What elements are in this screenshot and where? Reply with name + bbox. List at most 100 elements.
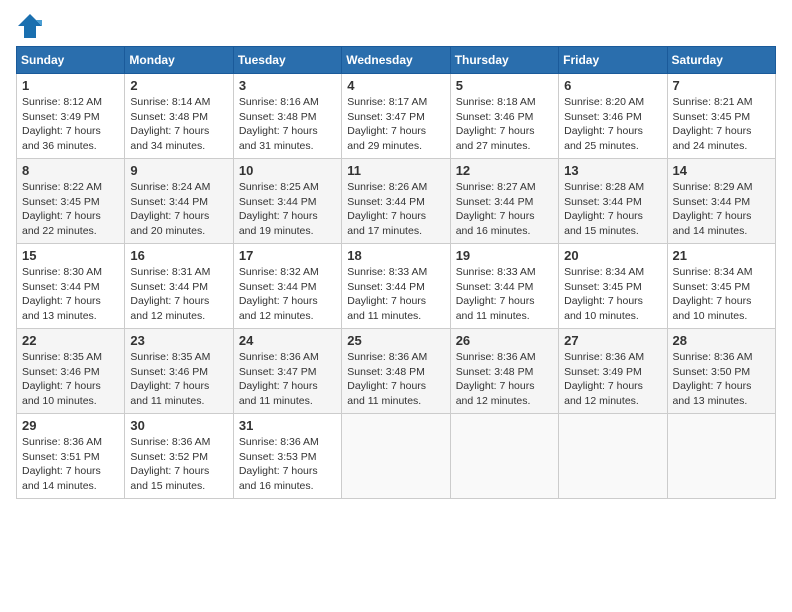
day-number: 4 bbox=[347, 78, 444, 93]
day-number: 25 bbox=[347, 333, 444, 348]
day-detail: Sunrise: 8:29 AMSunset: 3:44 PMDaylight:… bbox=[673, 180, 770, 239]
calendar-cell: 6 Sunrise: 8:20 AMSunset: 3:46 PMDaylight… bbox=[559, 74, 667, 159]
header-cell-monday: Monday bbox=[125, 47, 233, 74]
calendar-cell: 20 Sunrise: 8:34 AMSunset: 3:45 PMDayligh… bbox=[559, 244, 667, 329]
header-cell-wednesday: Wednesday bbox=[342, 47, 450, 74]
day-number: 2 bbox=[130, 78, 227, 93]
day-number: 20 bbox=[564, 248, 661, 263]
calendar-cell: 23 Sunrise: 8:35 AMSunset: 3:46 PMDayligh… bbox=[125, 329, 233, 414]
day-number: 9 bbox=[130, 163, 227, 178]
day-detail: Sunrise: 8:32 AMSunset: 3:44 PMDaylight:… bbox=[239, 265, 336, 324]
day-number: 12 bbox=[456, 163, 553, 178]
header-cell-tuesday: Tuesday bbox=[233, 47, 341, 74]
header-cell-thursday: Thursday bbox=[450, 47, 558, 74]
day-number: 29 bbox=[22, 418, 119, 433]
calendar-cell: 26 Sunrise: 8:36 AMSunset: 3:48 PMDayligh… bbox=[450, 329, 558, 414]
calendar-cell: 11 Sunrise: 8:26 AMSunset: 3:44 PMDayligh… bbox=[342, 159, 450, 244]
calendar-cell: 5Sunrise: 8:18 AMSunset: 3:46 PMDaylight… bbox=[450, 74, 558, 159]
week-row-2: 8 Sunrise: 8:22 AMSunset: 3:45 PMDaylight… bbox=[17, 159, 776, 244]
day-number: 19 bbox=[456, 248, 553, 263]
calendar-cell: 18Sunrise: 8:33 AMSunset: 3:44 PMDayligh… bbox=[342, 244, 450, 329]
day-detail: Sunrise: 8:14 AMSunset: 3:48 PMDaylight:… bbox=[130, 95, 227, 154]
week-row-5: 29Sunrise: 8:36 AMSunset: 3:51 PMDayligh… bbox=[17, 414, 776, 499]
day-detail: Sunrise: 8:34 AMSunset: 3:45 PMDaylight:… bbox=[673, 265, 770, 324]
day-detail: Sunrise: 8:31 AMSunset: 3:44 PMDaylight:… bbox=[130, 265, 227, 324]
calendar-cell: 22 Sunrise: 8:35 AMSunset: 3:46 PMDayligh… bbox=[17, 329, 125, 414]
calendar-cell: 2 Sunrise: 8:14 AMSunset: 3:48 PMDaylight… bbox=[125, 74, 233, 159]
calendar-cell: 17 Sunrise: 8:32 AMSunset: 3:44 PMDayligh… bbox=[233, 244, 341, 329]
day-number: 6 bbox=[564, 78, 661, 93]
day-number: 3 bbox=[239, 78, 336, 93]
week-row-1: 1 Sunrise: 8:12 AMSunset: 3:49 PMDaylight… bbox=[17, 74, 776, 159]
day-detail: Sunrise: 8:21 AMSunset: 3:45 PMDaylight:… bbox=[673, 95, 770, 154]
day-detail: Sunrise: 8:30 AMSunset: 3:44 PMDaylight:… bbox=[22, 265, 119, 324]
day-detail: Sunrise: 8:22 AMSunset: 3:45 PMDaylight:… bbox=[22, 180, 119, 239]
calendar-cell: 21 Sunrise: 8:34 AMSunset: 3:45 PMDayligh… bbox=[667, 244, 775, 329]
calendar-cell: 14 Sunrise: 8:29 AMSunset: 3:44 PMDayligh… bbox=[667, 159, 775, 244]
day-detail: Sunrise: 8:18 AMSunset: 3:46 PMDaylight:… bbox=[456, 95, 553, 154]
day-number: 10 bbox=[239, 163, 336, 178]
day-detail: Sunrise: 8:27 AMSunset: 3:44 PMDaylight:… bbox=[456, 180, 553, 239]
calendar-cell: 27 Sunrise: 8:36 AMSunset: 3:49 PMDayligh… bbox=[559, 329, 667, 414]
day-number: 26 bbox=[456, 333, 553, 348]
calendar-cell: 28 Sunrise: 8:36 AMSunset: 3:50 PMDayligh… bbox=[667, 329, 775, 414]
day-number: 30 bbox=[130, 418, 227, 433]
day-number: 27 bbox=[564, 333, 661, 348]
calendar-cell: 31 Sunrise: 8:36 AMSunset: 3:53 PMDayligh… bbox=[233, 414, 341, 499]
day-detail: Sunrise: 8:36 AMSunset: 3:52 PMDaylight:… bbox=[130, 435, 227, 494]
header bbox=[16, 12, 776, 40]
header-cell-sunday: Sunday bbox=[17, 47, 125, 74]
day-detail: Sunrise: 8:34 AMSunset: 3:45 PMDaylight:… bbox=[564, 265, 661, 324]
day-number: 1 bbox=[22, 78, 119, 93]
day-detail: Sunrise: 8:36 AMSunset: 3:53 PMDaylight:… bbox=[239, 435, 336, 494]
day-detail: Sunrise: 8:26 AMSunset: 3:44 PMDaylight:… bbox=[347, 180, 444, 239]
calendar-cell: 24Sunrise: 8:36 AMSunset: 3:47 PMDayligh… bbox=[233, 329, 341, 414]
day-number: 11 bbox=[347, 163, 444, 178]
calendar-cell: 16 Sunrise: 8:31 AMSunset: 3:44 PMDayligh… bbox=[125, 244, 233, 329]
day-detail: Sunrise: 8:16 AMSunset: 3:48 PMDaylight:… bbox=[239, 95, 336, 154]
day-number: 23 bbox=[130, 333, 227, 348]
page: SundayMondayTuesdayWednesdayThursdayFrid… bbox=[0, 0, 792, 612]
day-number: 13 bbox=[564, 163, 661, 178]
day-detail: Sunrise: 8:36 AMSunset: 3:47 PMDaylight:… bbox=[239, 350, 336, 409]
day-number: 15 bbox=[22, 248, 119, 263]
calendar-cell: 30 Sunrise: 8:36 AMSunset: 3:52 PMDayligh… bbox=[125, 414, 233, 499]
calendar-cell bbox=[342, 414, 450, 499]
calendar-cell: 29Sunrise: 8:36 AMSunset: 3:51 PMDayligh… bbox=[17, 414, 125, 499]
calendar-cell: 1 Sunrise: 8:12 AMSunset: 3:49 PMDaylight… bbox=[17, 74, 125, 159]
calendar-table: SundayMondayTuesdayWednesdayThursdayFrid… bbox=[16, 46, 776, 499]
day-number: 21 bbox=[673, 248, 770, 263]
calendar-cell: 25Sunrise: 8:36 AMSunset: 3:48 PMDayligh… bbox=[342, 329, 450, 414]
day-number: 7 bbox=[673, 78, 770, 93]
day-number: 16 bbox=[130, 248, 227, 263]
day-detail: Sunrise: 8:17 AMSunset: 3:47 PMDaylight:… bbox=[347, 95, 444, 154]
day-detail: Sunrise: 8:24 AMSunset: 3:44 PMDaylight:… bbox=[130, 180, 227, 239]
day-detail: Sunrise: 8:36 AMSunset: 3:50 PMDaylight:… bbox=[673, 350, 770, 409]
day-number: 31 bbox=[239, 418, 336, 433]
day-detail: Sunrise: 8:35 AMSunset: 3:46 PMDaylight:… bbox=[130, 350, 227, 409]
day-detail: Sunrise: 8:12 AMSunset: 3:49 PMDaylight:… bbox=[22, 95, 119, 154]
calendar-cell: 4 Sunrise: 8:17 AMSunset: 3:47 PMDaylight… bbox=[342, 74, 450, 159]
day-detail: Sunrise: 8:36 AMSunset: 3:48 PMDaylight:… bbox=[456, 350, 553, 409]
logo-icon bbox=[16, 12, 44, 40]
logo bbox=[16, 12, 48, 40]
day-detail: Sunrise: 8:33 AMSunset: 3:44 PMDaylight:… bbox=[347, 265, 444, 324]
header-cell-saturday: Saturday bbox=[667, 47, 775, 74]
header-cell-friday: Friday bbox=[559, 47, 667, 74]
day-detail: Sunrise: 8:28 AMSunset: 3:44 PMDaylight:… bbox=[564, 180, 661, 239]
day-detail: Sunrise: 8:35 AMSunset: 3:46 PMDaylight:… bbox=[22, 350, 119, 409]
day-number: 17 bbox=[239, 248, 336, 263]
day-detail: Sunrise: 8:20 AMSunset: 3:46 PMDaylight:… bbox=[564, 95, 661, 154]
calendar-cell bbox=[667, 414, 775, 499]
day-number: 28 bbox=[673, 333, 770, 348]
week-row-3: 15 Sunrise: 8:30 AMSunset: 3:44 PMDayligh… bbox=[17, 244, 776, 329]
calendar-cell: 10Sunrise: 8:25 AMSunset: 3:44 PMDayligh… bbox=[233, 159, 341, 244]
day-number: 8 bbox=[22, 163, 119, 178]
day-number: 14 bbox=[673, 163, 770, 178]
calendar-cell: 19Sunrise: 8:33 AMSunset: 3:44 PMDayligh… bbox=[450, 244, 558, 329]
calendar-cell bbox=[559, 414, 667, 499]
day-number: 22 bbox=[22, 333, 119, 348]
day-detail: Sunrise: 8:36 AMSunset: 3:49 PMDaylight:… bbox=[564, 350, 661, 409]
calendar-cell: 12 Sunrise: 8:27 AMSunset: 3:44 PMDayligh… bbox=[450, 159, 558, 244]
calendar-cell: 9 Sunrise: 8:24 AMSunset: 3:44 PMDaylight… bbox=[125, 159, 233, 244]
